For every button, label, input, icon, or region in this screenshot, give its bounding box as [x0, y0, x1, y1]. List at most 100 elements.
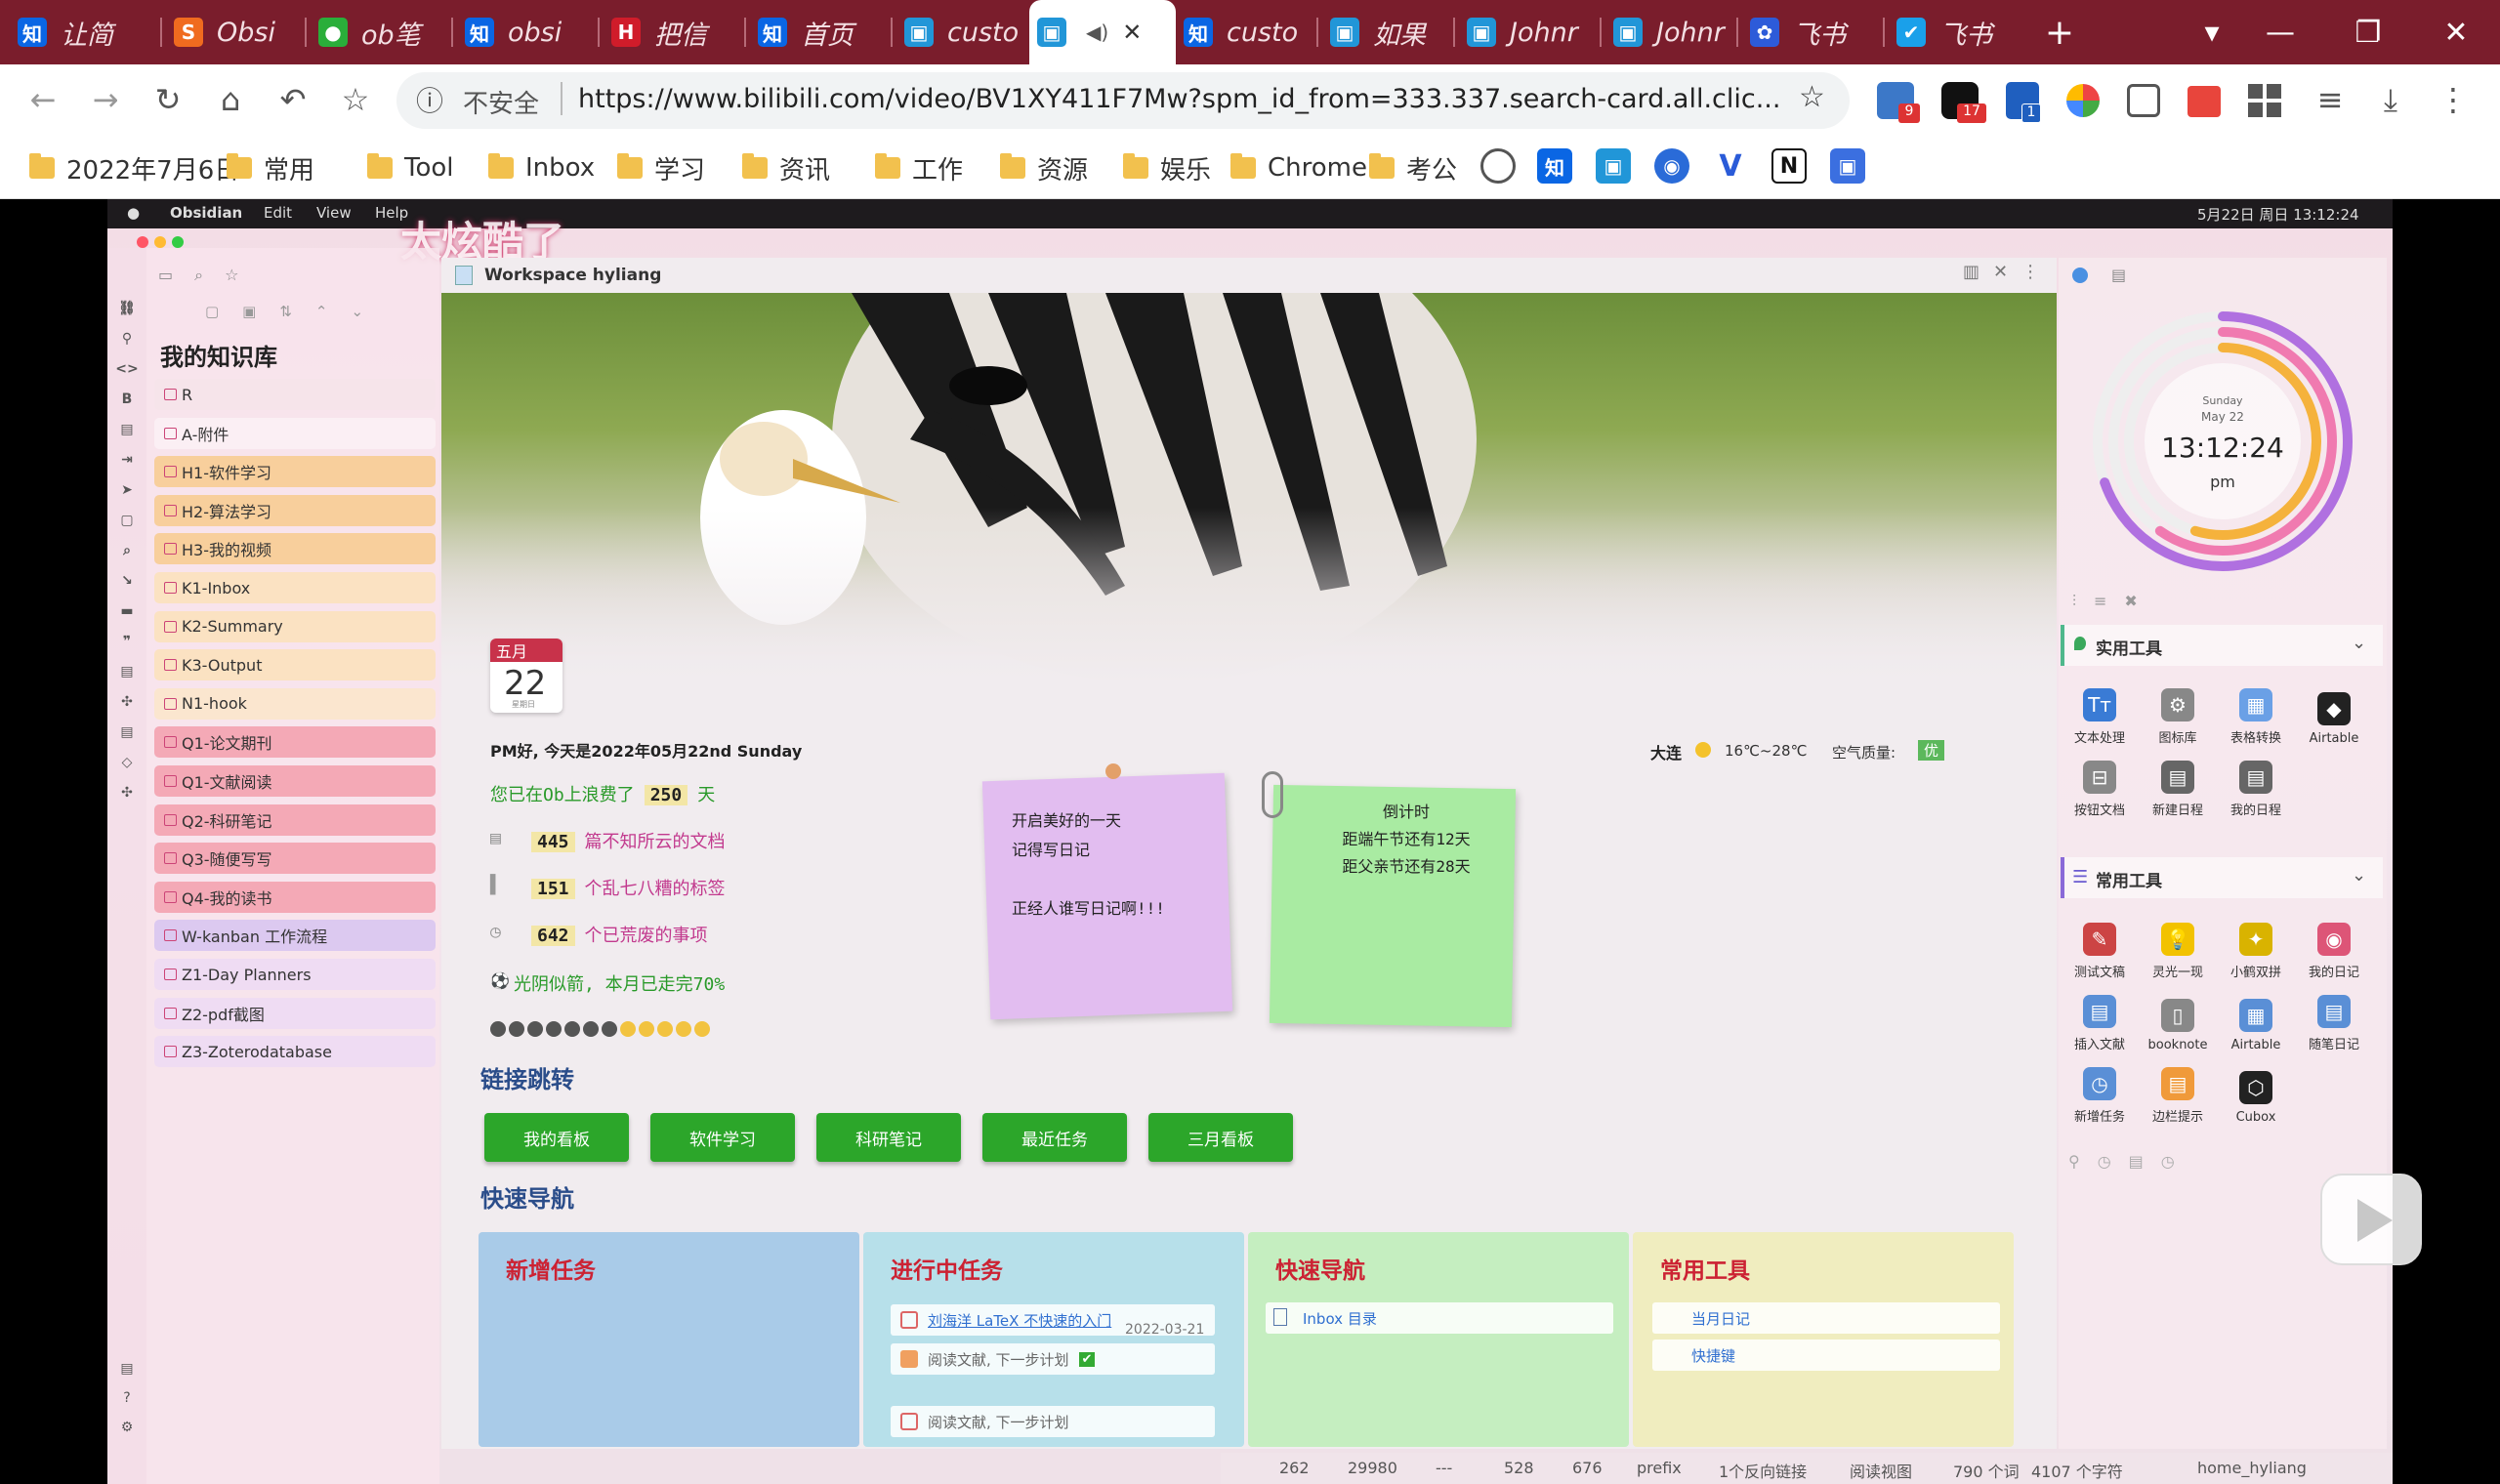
tab-close-icon[interactable]: ✕ [1122, 19, 1142, 46]
extension-icon[interactable] [2127, 84, 2160, 117]
folder-item[interactable]: Q1-文献阅读 [154, 765, 436, 797]
ribbon-bottom-icon[interactable]: ▤ [113, 1361, 141, 1377]
ribbon-action-icon[interactable]: ↘ [113, 573, 141, 589]
browser-tab[interactable]: 知让简 [10, 0, 156, 64]
task-checkbox[interactable] [900, 1413, 918, 1430]
tool-launcher[interactable]: ▤ 边栏提示 [2139, 1052, 2217, 1125]
folder-item[interactable]: H3-我的视频 [154, 533, 436, 565]
link-button[interactable]: 最近任务 [982, 1113, 1127, 1162]
calendar-tab-icon[interactable]: ▤ [2111, 266, 2126, 284]
ribbon-action-icon[interactable]: ⚲ [113, 331, 141, 347]
collapse-chevron-icon[interactable]: ⌄ [2352, 633, 2366, 653]
tool-launcher[interactable]: ✎ 测试文稿 [2061, 908, 2139, 980]
browser-tab[interactable]: ▣ ◀) ✕ [1029, 0, 1176, 64]
panel-footer-icons[interactable]: ⚲◷▤◷ [2068, 1152, 2192, 1171]
ribbon-bottom-icon[interactable]: ⚙ [113, 1420, 141, 1435]
browser-tab[interactable]: 知 custo [1176, 0, 1312, 64]
folder-item[interactable]: N1-hook [154, 687, 436, 720]
browser-menu-icon[interactable]: ⋮ [2432, 78, 2475, 121]
folder-item[interactable]: Q3-随便写写 [154, 843, 436, 875]
ribbon-action-icon[interactable]: ➤ [113, 482, 141, 498]
tool-launcher[interactable]: ⬡ Cubox [2217, 1052, 2295, 1125]
tool-launcher[interactable]: ▯ booknote [2139, 980, 2217, 1052]
traffic-light-zoom[interactable] [172, 236, 184, 248]
folder-item[interactable]: Q2-科研笔记 [154, 804, 436, 836]
rss-bookmark-icon[interactable]: ◉ [1654, 148, 1689, 184]
tool-launcher[interactable]: Tт 文本处理 [2061, 674, 2139, 746]
task-checkbox[interactable] [900, 1350, 918, 1368]
url-text[interactable]: https://www.bilibili.com/video/BV1XY411F… [578, 84, 1789, 114]
status-backlink-count[interactable]: 1个反向链接 [1719, 1459, 1807, 1482]
undo-close-tab-button[interactable]: ↶ [271, 78, 314, 121]
v-bookmark-icon[interactable]: V [1713, 148, 1748, 184]
tool-launcher[interactable]: ▦ Airtable [2217, 980, 2295, 1052]
folder-item[interactable]: K3-Output [154, 649, 436, 681]
browser-tab[interactable]: ▣ custo [896, 0, 1020, 64]
ribbon-action-icon[interactable]: ◇ [113, 755, 141, 770]
bookmark-folder[interactable]: Inbox [488, 148, 595, 187]
task-item[interactable]: 阅读文献, 下一步计划 ✔ [891, 1343, 1215, 1375]
tool-launcher[interactable]: ▤ 我的日程 [2217, 746, 2295, 818]
downloads-icon[interactable]: ⤓ [2369, 78, 2412, 121]
forward-button[interactable]: → [84, 78, 127, 121]
ribbon-action-icon[interactable]: ✣ [113, 694, 141, 710]
tool-launcher[interactable]: ◉ 我的日记 [2295, 908, 2373, 980]
app-bookmark-icon[interactable]: ▣ [1830, 148, 1865, 184]
bookmark-folder[interactable]: 工作 [875, 148, 963, 187]
close-window-button[interactable]: ✕ [2412, 0, 2500, 64]
ribbon-action-icon[interactable]: ▤ [113, 422, 141, 437]
tool-launcher[interactable]: 💡 灵光一现 [2139, 908, 2217, 980]
minimize-button[interactable]: — [2236, 0, 2324, 64]
ribbon-bottom-icon[interactable]: ? [113, 1390, 141, 1406]
globe-bookmark-icon[interactable] [1480, 148, 1516, 184]
link-button[interactable]: 我的看板 [484, 1113, 629, 1162]
home-button[interactable]: ⌂ [209, 78, 252, 121]
browser-tab[interactable]: ▣ Johnr [1605, 0, 1732, 64]
browser-tab[interactable]: ✔ 飞书 [1889, 0, 2025, 64]
ribbon-action-icon[interactable]: B [113, 392, 141, 407]
ribbon-action-icon[interactable]: ⌕ [113, 543, 141, 558]
note-tab-title[interactable]: Workspace hyliang [484, 266, 661, 285]
tool-launcher[interactable]: ▤ 新建日程 [2139, 746, 2217, 818]
task-checkbox[interactable] [900, 1311, 918, 1329]
site-info-icon[interactable]: ⓘ [416, 80, 443, 119]
folder-item[interactable]: A-附件 [154, 417, 436, 449]
common-tool-shortcuts[interactable]: 快捷键 [1652, 1340, 2000, 1371]
media-control-icon[interactable]: ≡ [2309, 78, 2352, 121]
ribbon-action-icon[interactable]: ▢ [113, 513, 141, 528]
tool-launcher[interactable]: ⊟ 按钮文档 [2061, 746, 2139, 818]
bilibili-bookmark-icon[interactable]: ▣ [1596, 148, 1631, 184]
bookmark-star-button[interactable]: ☆ [334, 78, 377, 121]
menu-view[interactable]: View [316, 204, 352, 222]
explorer-actions[interactable]: ▢▣⇅⌃⌄ [205, 303, 387, 320]
tool-launcher[interactable]: ▦ 表格转换 [2217, 674, 2295, 746]
ribbon-action-icon[interactable]: <> [113, 361, 141, 377]
ribbon-action-icon[interactable]: ▬ [113, 603, 141, 619]
browser-tab[interactable]: ✿ 飞书 [1742, 0, 1879, 64]
extension-icon[interactable] [2188, 86, 2221, 117]
bookmark-folder[interactable]: 2022年7月6日 [29, 148, 239, 187]
quick-nav-inbox[interactable]: Inbox 目录 [1266, 1302, 1613, 1334]
tool-launcher[interactable]: ◷ 新增任务 [2061, 1052, 2139, 1125]
menu-edit[interactable]: Edit [264, 204, 292, 222]
tool-launcher[interactable]: ▤ 随笔日记 [2295, 980, 2373, 1052]
new-tab-button[interactable]: + [2025, 0, 2094, 64]
browser-tab[interactable]: ▣ Johnr [1459, 0, 1596, 64]
bookmark-folder[interactable]: 娱乐 [1123, 148, 1211, 187]
back-button[interactable]: ← [21, 78, 64, 121]
browser-tab[interactable]: 知 obsi [457, 0, 594, 64]
folder-item[interactable]: W-kanban 工作流程 [154, 920, 436, 952]
ribbon-action-icon[interactable]: ❞ [113, 634, 141, 649]
folder-item[interactable]: Q4-我的读书 [154, 881, 436, 913]
bookmark-folder[interactable]: Chrome [1230, 148, 1367, 187]
bookmark-page-icon[interactable]: ☆ [1799, 80, 1825, 114]
browser-tab[interactable]: S Obsi [166, 0, 303, 64]
zhihu-bookmark-icon[interactable]: 知 [1537, 148, 1572, 184]
bookmark-folder[interactable]: 资源 [1000, 148, 1088, 187]
reload-button[interactable]: ↻ [146, 78, 189, 121]
pane-actions[interactable]: ▥✕⋮ [1963, 262, 2053, 282]
notion-bookmark-icon[interactable]: N [1771, 148, 1807, 184]
ribbon-action-icon[interactable]: ⛓ [113, 301, 141, 316]
folder-item[interactable]: Z1-Day Planners [154, 959, 436, 990]
bookmark-folder[interactable]: 学习 [617, 148, 705, 187]
